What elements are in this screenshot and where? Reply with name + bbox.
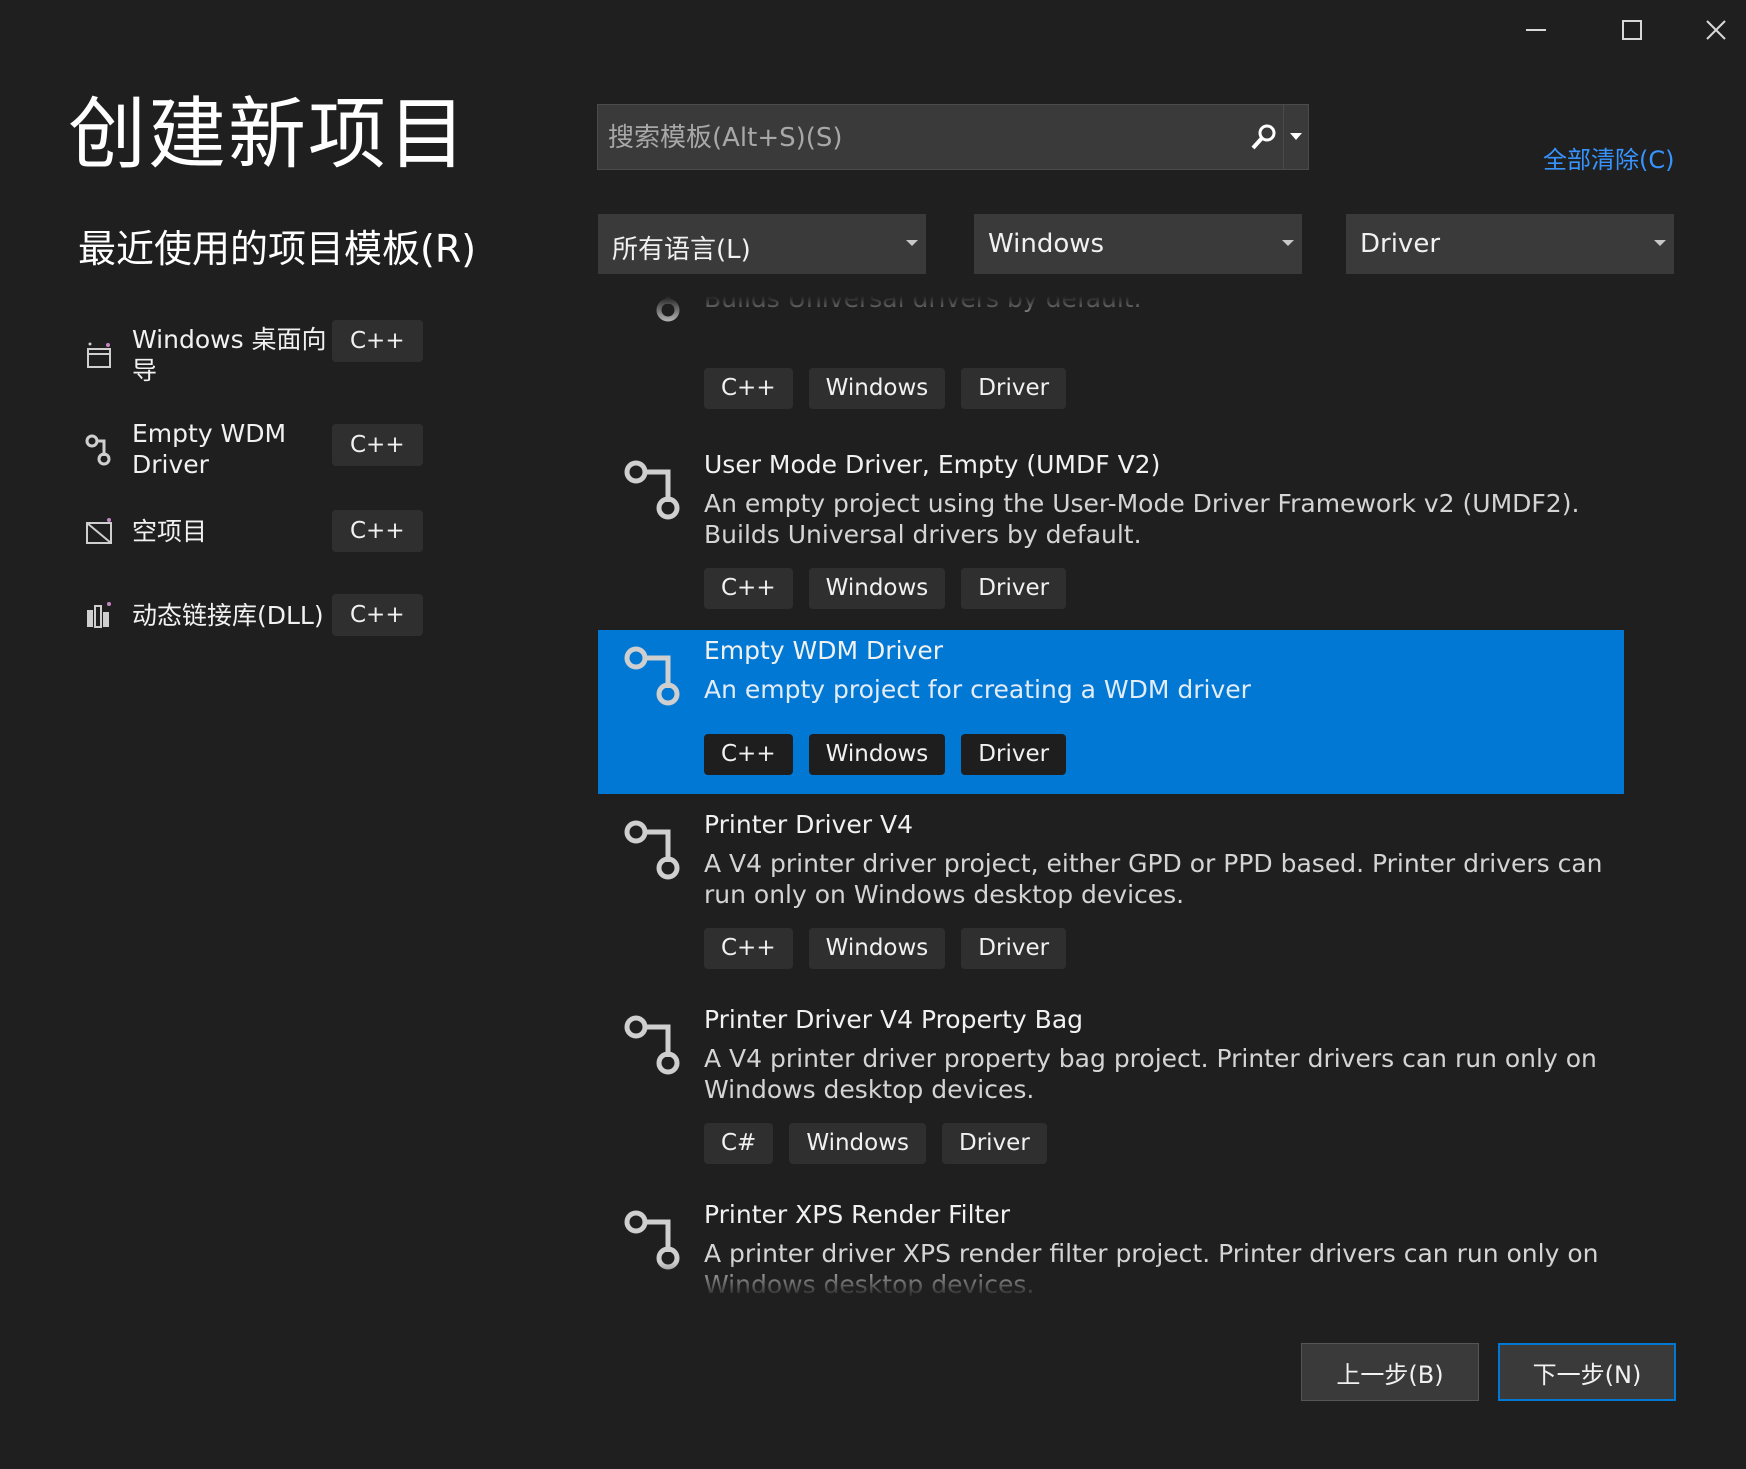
driver-icon xyxy=(622,818,682,886)
tag: Windows xyxy=(808,568,946,609)
recent-item-label: Windows 桌面向导 xyxy=(132,325,327,385)
driver-icon xyxy=(622,644,682,712)
recent-item-empty-wdm-driver[interactable]: Empty WDM Driver C++ xyxy=(82,418,423,480)
tag: Driver xyxy=(961,734,1067,775)
template-item[interactable]: Printer XPS Render Filter A printer driv… xyxy=(598,1194,1624,1296)
driver-icon xyxy=(622,1013,682,1081)
page-title: 创建新项目 xyxy=(68,90,469,180)
tag: Driver xyxy=(961,928,1067,969)
recent-templates-heading: 最近使用的项目模板(R) xyxy=(78,227,477,271)
minimize-icon xyxy=(1526,29,1546,31)
chevron-down-icon xyxy=(1290,133,1302,140)
language-tag: C++ xyxy=(332,424,423,466)
recent-item-label: 动态链接库(DLL) xyxy=(132,600,324,630)
template-description: An empty project using the User-Mode Dri… xyxy=(704,489,1580,549)
search-box xyxy=(597,104,1309,171)
template-list[interactable]: A basic project using the User-Mode Driv… xyxy=(598,296,1624,1296)
template-item-selected[interactable]: Empty WDM Driver An empty project for cr… xyxy=(598,630,1624,794)
tag: C# xyxy=(704,1123,774,1164)
project-type-filter[interactable]: Driver xyxy=(1346,214,1674,274)
chevron-down-icon xyxy=(1654,240,1666,246)
template-description: An empty project for creating a WDM driv… xyxy=(704,675,1251,704)
project-type-filter-value: Driver xyxy=(1360,229,1441,259)
chevron-down-icon xyxy=(1282,240,1294,246)
dll-icon xyxy=(82,598,116,632)
template-description: A printer driver XPS render filter proje… xyxy=(704,1239,1599,1296)
template-item[interactable]: Printer Driver V4 A V4 printer driver pr… xyxy=(598,804,1624,969)
template-name: Printer Driver V4 xyxy=(704,810,913,839)
template-item[interactable]: User Mode Driver, Empty (UMDF V2) An emp… xyxy=(598,444,1624,609)
language-filter[interactable]: 所有语言(L) xyxy=(598,214,926,274)
maximize-button[interactable] xyxy=(1592,0,1672,60)
recent-item-label: Empty WDM Driver xyxy=(132,419,287,479)
template-tags: C++ Windows Driver xyxy=(704,568,1067,609)
tag: C++ xyxy=(704,368,793,409)
search-icon[interactable] xyxy=(1250,123,1278,155)
search-options-dropdown[interactable] xyxy=(1283,105,1308,169)
search-input[interactable] xyxy=(598,105,1230,171)
template-tags: C++ Windows Driver xyxy=(704,928,1067,969)
template-description: A V4 printer driver project, either GPD … xyxy=(704,849,1603,909)
tag: Windows xyxy=(789,1123,927,1164)
template-item[interactable]: Printer Driver V4 Property Bag A V4 prin… xyxy=(598,999,1624,1164)
chevron-down-icon xyxy=(906,240,918,246)
windows-desktop-wizard-icon xyxy=(82,338,116,372)
maximize-icon xyxy=(1622,20,1642,40)
tag: Windows xyxy=(808,928,946,969)
tag: C++ xyxy=(704,734,793,775)
tag: Driver xyxy=(961,368,1067,409)
template-description: A basic project using the User-Mode Driv… xyxy=(704,296,1142,313)
template-name: User Mode Driver, Empty (UMDF V2) xyxy=(704,450,1161,479)
recent-item-windows-desktop-wizard[interactable]: Windows 桌面向导 C++ xyxy=(82,320,423,386)
driver-icon xyxy=(622,1208,682,1276)
platform-filter[interactable]: Windows xyxy=(974,214,1302,274)
template-name: Printer XPS Render Filter xyxy=(704,1200,1010,1229)
driver-icon xyxy=(622,296,682,328)
recent-item-empty-project[interactable]: 空项目 C++ xyxy=(82,510,423,552)
tag: C++ xyxy=(704,928,793,969)
next-button[interactable]: 下一步(N) xyxy=(1498,1343,1676,1401)
recent-item-label: 空项目 xyxy=(132,516,208,546)
language-filter-value: 所有语言(L) xyxy=(612,235,751,265)
language-tag: C++ xyxy=(332,320,423,362)
language-tag: C++ xyxy=(332,510,423,552)
template-tags: C++ Windows Driver xyxy=(704,734,1067,775)
template-tags: C# Windows Driver xyxy=(704,1123,1047,1164)
template-name: Empty WDM Driver xyxy=(704,636,943,665)
template-name: Printer Driver V4 Property Bag xyxy=(704,1005,1084,1034)
driver-icon xyxy=(622,458,682,526)
tag: C++ xyxy=(704,568,793,609)
tag: Driver xyxy=(961,568,1067,609)
close-button[interactable] xyxy=(1686,0,1746,60)
clear-all-link[interactable]: 全部清除(C) xyxy=(1543,140,1674,175)
template-description: A V4 printer driver property bag project… xyxy=(704,1044,1597,1104)
tag: Driver xyxy=(942,1123,1047,1164)
tag: Windows xyxy=(808,734,946,775)
language-tag: C++ xyxy=(332,594,423,636)
template-tags: C++ Windows Driver xyxy=(704,368,1067,409)
platform-filter-value: Windows xyxy=(988,229,1105,259)
tag: Windows xyxy=(808,368,946,409)
recent-item-dll[interactable]: 动态链接库(DLL) C++ xyxy=(82,594,423,636)
close-icon xyxy=(1706,20,1726,40)
empty-project-icon xyxy=(82,514,116,548)
driver-icon xyxy=(82,432,116,466)
back-button[interactable]: 上一步(B) xyxy=(1301,1343,1479,1401)
template-item[interactable]: A basic project using the User-Mode Driv… xyxy=(598,296,1624,410)
minimize-button[interactable] xyxy=(1496,0,1576,60)
